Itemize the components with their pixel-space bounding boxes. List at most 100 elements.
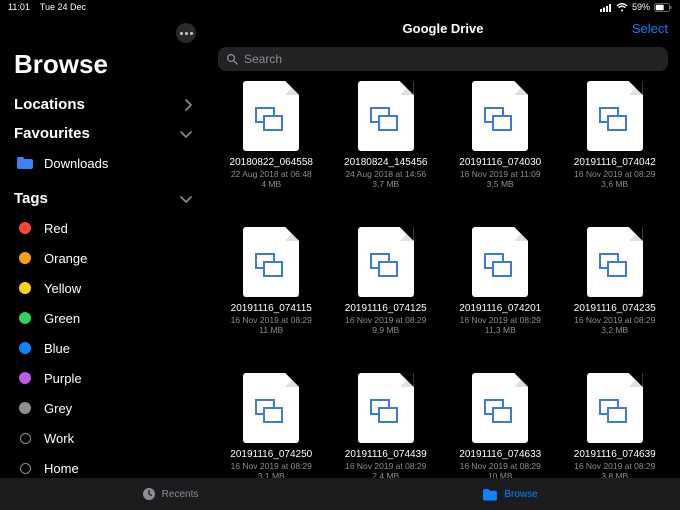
file-item[interactable]: 20191116_07463916 Nov 2019 at 08:293,8 M… <box>560 371 671 478</box>
battery-percent: 59% <box>632 0 650 15</box>
file-size: 3,7 MB <box>372 179 399 189</box>
file-date: 16 Nov 2019 at 08:29 <box>460 315 541 325</box>
file-item[interactable]: 20191116_07403016 Nov 2019 at 11:093,5 M… <box>445 79 556 219</box>
file-size: 11,3 MB <box>485 325 516 335</box>
sidebar-item-downloads[interactable]: Downloads <box>0 148 206 178</box>
file-name: 20191116_074633 <box>459 449 541 460</box>
sidebar: Browse Locations Favourites Downloads <box>0 15 206 478</box>
page-title: Browse <box>0 45 206 90</box>
file-thumb-icon <box>243 81 299 151</box>
file-size: 3,5 MB <box>487 179 514 189</box>
status-date: Tue 24 Dec <box>40 0 86 15</box>
sidebar-tag-green[interactable]: Green <box>0 303 206 333</box>
sidebar-tag-home[interactable]: Home <box>0 453 206 478</box>
tags-header[interactable]: Tags <box>0 184 206 213</box>
tag-dot-icon <box>14 369 36 387</box>
battery-icon <box>654 3 672 12</box>
file-grid: 20180822_06455822 Aug 2018 at 06:484 MB2… <box>206 79 680 478</box>
status-time: 11:01 <box>8 0 30 15</box>
sidebar-tag-red[interactable]: Red <box>0 213 206 243</box>
file-date: 16 Nov 2019 at 08:29 <box>231 315 312 325</box>
file-size: 3,6 MB <box>601 179 628 189</box>
search-input[interactable]: Search <box>218 47 668 71</box>
sidebar-tag-grey[interactable]: Grey <box>0 393 206 423</box>
tag-dot-icon <box>14 219 36 237</box>
file-item[interactable]: 20180822_06455822 Aug 2018 at 06:484 MB <box>216 79 327 219</box>
file-item[interactable]: 20191116_07423516 Nov 2019 at 08:293,2 M… <box>560 225 671 365</box>
cellular-icon <box>600 4 612 12</box>
file-size: 3,1 MB <box>258 471 285 478</box>
tab-browse[interactable]: Browse <box>340 488 680 501</box>
file-date: 16 Nov 2019 at 08:29 <box>345 461 426 471</box>
tag-dot-icon <box>14 249 36 267</box>
file-name: 20191116_074125 <box>345 303 427 314</box>
sidebar-item-label: Grey <box>44 401 72 416</box>
tag-dot-icon <box>14 309 36 327</box>
sidebar-tag-work[interactable]: Work <box>0 423 206 453</box>
file-thumb-icon <box>243 227 299 297</box>
search-placeholder: Search <box>244 52 282 66</box>
file-item[interactable]: 20180824_14545624 Aug 2018 at 14:563,7 M… <box>331 79 442 219</box>
tag-ring-icon <box>14 429 36 447</box>
tag-dot-icon <box>14 279 36 297</box>
tab-recents[interactable]: Recents <box>0 487 340 501</box>
sidebar-tag-orange[interactable]: Orange <box>0 243 206 273</box>
sidebar-tag-yellow[interactable]: Yellow <box>0 273 206 303</box>
chevron-right-icon <box>184 99 192 111</box>
file-item[interactable]: 20191116_07463316 Nov 2019 at 08:2910 MB <box>445 371 556 478</box>
file-thumb-icon <box>587 373 643 443</box>
file-date: 16 Nov 2019 at 08:29 <box>574 461 655 471</box>
file-date: 16 Nov 2019 at 08:29 <box>460 461 541 471</box>
file-name: 20180824_145456 <box>344 157 427 168</box>
file-size: 3,2 MB <box>601 325 628 335</box>
tag-ring-icon <box>14 459 36 477</box>
file-item[interactable]: 20191116_07420116 Nov 2019 at 08:2911,3 … <box>445 225 556 365</box>
file-date: 16 Nov 2019 at 08:29 <box>345 315 426 325</box>
file-date: 16 Nov 2019 at 08:29 <box>231 461 312 471</box>
tags-label: Tags <box>14 190 48 207</box>
file-name: 20191116_074639 <box>574 449 656 460</box>
sidebar-item-label: Yellow <box>44 281 81 296</box>
file-thumb-icon <box>587 81 643 151</box>
file-name: 20191116_074439 <box>345 449 427 460</box>
folder-title: Google Drive <box>403 21 484 36</box>
file-item[interactable]: 20191116_07425016 Nov 2019 at 08:293,1 M… <box>216 371 327 478</box>
status-bar: 11:01 Tue 24 Dec 59% <box>0 0 680 15</box>
clock-icon <box>142 487 156 501</box>
folder-icon <box>14 154 36 172</box>
file-item[interactable]: 20191116_07404216 Nov 2019 at 08:293,6 M… <box>560 79 671 219</box>
sidebar-tag-blue[interactable]: Blue <box>0 333 206 363</box>
file-thumb-icon <box>472 227 528 297</box>
sidebar-item-label: Green <box>44 311 80 326</box>
sidebar-item-label: Red <box>44 221 68 236</box>
file-name: 20191116_074201 <box>459 303 541 314</box>
file-size: 3,8 MB <box>601 471 628 478</box>
sidebar-tag-purple[interactable]: Purple <box>0 363 206 393</box>
file-item[interactable]: 20191116_07443916 Nov 2019 at 08:292,4 M… <box>331 371 442 478</box>
tag-dot-icon <box>14 399 36 417</box>
file-size: 4 MB <box>261 179 281 189</box>
file-thumb-icon <box>472 373 528 443</box>
locations-label: Locations <box>14 96 85 113</box>
favourites-header[interactable]: Favourites <box>0 119 206 148</box>
file-item[interactable]: 20191116_07411516 Nov 2019 at 08:2911 MB <box>216 225 327 365</box>
file-thumb-icon <box>243 373 299 443</box>
sidebar-item-label: Work <box>44 431 74 446</box>
content-header: Google Drive Select <box>206 15 680 41</box>
more-button[interactable] <box>176 23 196 43</box>
sidebar-item-label: Purple <box>44 371 82 386</box>
tag-dot-icon <box>14 339 36 357</box>
file-date: 16 Nov 2019 at 11:09 <box>460 169 541 179</box>
file-name: 20180822_064558 <box>230 157 313 168</box>
file-date: 16 Nov 2019 at 08:29 <box>574 169 655 179</box>
file-name: 20191116_074250 <box>230 449 312 460</box>
file-item[interactable]: 20191116_07412516 Nov 2019 at 08:299,9 M… <box>331 225 442 365</box>
locations-header[interactable]: Locations <box>0 90 206 119</box>
file-name: 20191116_074235 <box>574 303 656 314</box>
sidebar-item-label: Downloads <box>44 156 108 171</box>
file-date: 22 Aug 2018 at 06:48 <box>231 169 312 179</box>
tab-label: Recents <box>162 489 199 500</box>
file-size: 10 MB <box>488 471 513 478</box>
search-icon <box>226 53 238 65</box>
select-button[interactable]: Select <box>632 21 668 36</box>
